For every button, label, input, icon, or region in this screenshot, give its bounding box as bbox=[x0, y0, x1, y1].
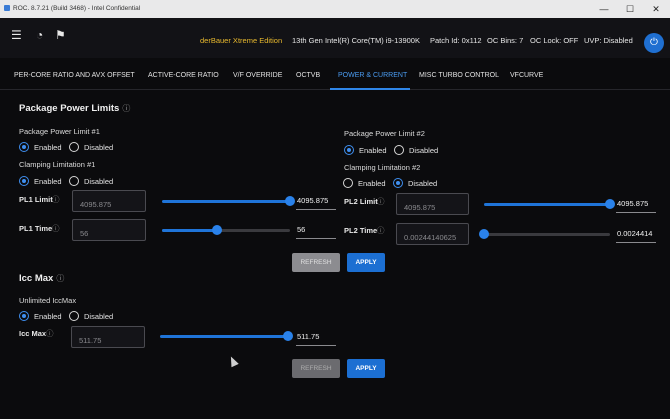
pl1-limit-slider-track[interactable] bbox=[162, 200, 290, 203]
icc-max-input[interactable] bbox=[71, 326, 145, 348]
radio-selected-icon bbox=[344, 145, 354, 155]
pl1-time-slider-fill bbox=[162, 229, 218, 232]
pl1-limit-label: PL1 Limit bbox=[19, 195, 53, 204]
radio-unselected-icon bbox=[69, 142, 79, 152]
refresh-button[interactable]: REFRESH bbox=[292, 253, 340, 272]
minimize-button[interactable]: — bbox=[592, 2, 616, 16]
value-underline bbox=[616, 212, 656, 213]
tab-vf-override[interactable]: V/F OVERRIDE bbox=[233, 72, 282, 79]
tab-misc-turbo-control[interactable]: MISC TURBO CONTROL bbox=[419, 72, 499, 79]
pl1-time-input[interactable] bbox=[72, 219, 146, 241]
pl1-enabled-radio[interactable]: Enabled bbox=[19, 142, 62, 152]
pl2-limit-label: PL2 Limit bbox=[344, 197, 378, 206]
radio-selected-icon bbox=[19, 311, 29, 321]
radio-unselected-icon bbox=[69, 311, 79, 321]
pl1-limit-slider-thumb[interactable] bbox=[285, 196, 295, 206]
pl2-limit-input[interactable] bbox=[396, 193, 469, 215]
power-icon[interactable]: ⏻ bbox=[644, 33, 664, 53]
pl1-limit-input[interactable] bbox=[72, 190, 146, 212]
pl2-disabled-radio[interactable]: Disabled bbox=[394, 145, 438, 155]
radio-selected-icon bbox=[393, 178, 403, 188]
value-underline bbox=[296, 209, 336, 210]
maximize-button[interactable]: ☐ bbox=[618, 2, 642, 16]
tab-power-current[interactable]: POWER & CURRENT bbox=[338, 72, 407, 79]
clamping1-label: Clamping Limitation #1 bbox=[19, 160, 96, 169]
clamping1-enabled-radio[interactable]: Enabled bbox=[19, 176, 62, 186]
pl2-time-value: 0.0024414 bbox=[617, 229, 653, 238]
close-button[interactable]: ✕ bbox=[644, 2, 668, 16]
flag-icon[interactable]: ⚑ bbox=[55, 28, 66, 42]
info-icon[interactable]: ⓘ bbox=[122, 104, 130, 113]
apply-button[interactable]: APPLY bbox=[347, 359, 385, 378]
value-underline bbox=[296, 238, 336, 239]
pl2-time-slider-thumb[interactable] bbox=[479, 229, 489, 239]
pl2-time-input[interactable] bbox=[396, 223, 469, 245]
gauge-icon[interactable]: ◔ bbox=[36, 28, 43, 42]
top-bar: ☰ ◔ ⚑ derBauer Xtreme Edition 13th Gen I… bbox=[0, 18, 670, 58]
radio-selected-icon bbox=[19, 142, 29, 152]
radio-unselected-icon bbox=[69, 176, 79, 186]
uvp-status: UVP: Disabled bbox=[584, 36, 633, 45]
refresh-button[interactable]: REFRESH bbox=[292, 359, 340, 378]
oc-bins: OC Bins: 7 bbox=[487, 36, 524, 45]
app-icon bbox=[4, 5, 10, 11]
oc-lock: OC Lock: OFF bbox=[530, 36, 579, 45]
cpu-name: 13th Gen Intel(R) Core(TM) i9-13900K bbox=[292, 36, 420, 45]
menu-icon[interactable]: ☰ bbox=[11, 28, 22, 42]
value-underline bbox=[616, 242, 656, 243]
tab-per-core-ratio[interactable]: PER-CORE RATIO AND AVX OFFSET bbox=[14, 72, 135, 79]
info-icon[interactable]: ⓘ bbox=[52, 223, 60, 234]
tab-vfcurve[interactable]: VFCURVE bbox=[510, 72, 543, 79]
pl1-group-label: Package Power Limit #1 bbox=[19, 127, 100, 136]
tab-octvb[interactable]: OCTVB bbox=[296, 72, 320, 79]
value-underline bbox=[296, 345, 336, 346]
icc-max-title: Icc Max ⓘ bbox=[19, 273, 65, 284]
unlimited-iccmax-label: Unlimited IccMax bbox=[19, 296, 77, 305]
pl2-limit-slider-thumb[interactable] bbox=[605, 199, 615, 209]
info-icon[interactable]: ⓘ bbox=[52, 194, 60, 205]
clamping1-disabled-radio[interactable]: Disabled bbox=[69, 176, 113, 186]
clamping2-disabled-radio[interactable]: Disabled bbox=[393, 178, 437, 188]
pl1-time-label: PL1 Time bbox=[19, 224, 53, 233]
info-icon[interactable]: ⓘ bbox=[46, 328, 54, 339]
pl1-disabled-radio[interactable]: Disabled bbox=[69, 142, 113, 152]
package-power-title: Package Power Limits ⓘ bbox=[19, 103, 131, 114]
pl2-time-label: PL2 Time bbox=[344, 226, 378, 235]
info-icon[interactable]: ⓘ bbox=[377, 225, 385, 236]
window-title: ROC. 8.7.21 (Build 3468) - Intel Confide… bbox=[13, 5, 141, 12]
radio-unselected-icon bbox=[394, 145, 404, 155]
pl2-time-slider-track[interactable] bbox=[484, 233, 610, 236]
pl1-limit-value: 4095.875 bbox=[297, 196, 329, 205]
pl1-time-slider-thumb[interactable] bbox=[212, 225, 223, 235]
icc-max-slider-track[interactable] bbox=[160, 335, 288, 338]
tab-bar: PER-CORE RATIO AND AVX OFFSET ACTIVE-COR… bbox=[0, 64, 670, 90]
window-titlebar: ROC. 8.7.21 (Build 3468) - Intel Confide… bbox=[0, 0, 670, 18]
icc-max-value: 511.75 bbox=[297, 332, 320, 341]
pl2-enabled-radio[interactable]: Enabled bbox=[344, 145, 387, 155]
clamping2-label: Clamping Limitation #2 bbox=[344, 163, 421, 172]
info-icon[interactable]: ⓘ bbox=[377, 196, 385, 207]
pl2-limit-value: 4095.875 bbox=[617, 199, 649, 208]
patch-id: Patch Id: 0x112 bbox=[430, 36, 482, 45]
clamping2-enabled-radio[interactable]: Enabled bbox=[343, 178, 386, 188]
iccmax-enabled-radio[interactable]: Enabled bbox=[19, 311, 62, 321]
icc-max-slider-thumb[interactable] bbox=[283, 331, 293, 341]
icc-max-label: Icc Max bbox=[19, 329, 47, 338]
tab-active-core-ratio[interactable]: ACTIVE-CORE RATIO bbox=[148, 72, 219, 79]
iccmax-disabled-radio[interactable]: Disabled bbox=[69, 311, 113, 321]
pl1-time-value: 56 bbox=[297, 225, 306, 234]
radio-unselected-icon bbox=[343, 178, 353, 188]
mouse-cursor-icon bbox=[227, 354, 239, 368]
radio-selected-icon bbox=[19, 176, 29, 186]
pl2-limit-slider-track[interactable] bbox=[484, 203, 610, 206]
active-tab-indicator bbox=[330, 88, 410, 90]
info-icon[interactable]: ⓘ bbox=[56, 274, 64, 283]
pl2-group-label: Package Power Limit #2 bbox=[344, 129, 425, 138]
apply-button[interactable]: APPLY bbox=[347, 253, 385, 272]
edition-label: derBauer Xtreme Edition bbox=[200, 36, 283, 45]
